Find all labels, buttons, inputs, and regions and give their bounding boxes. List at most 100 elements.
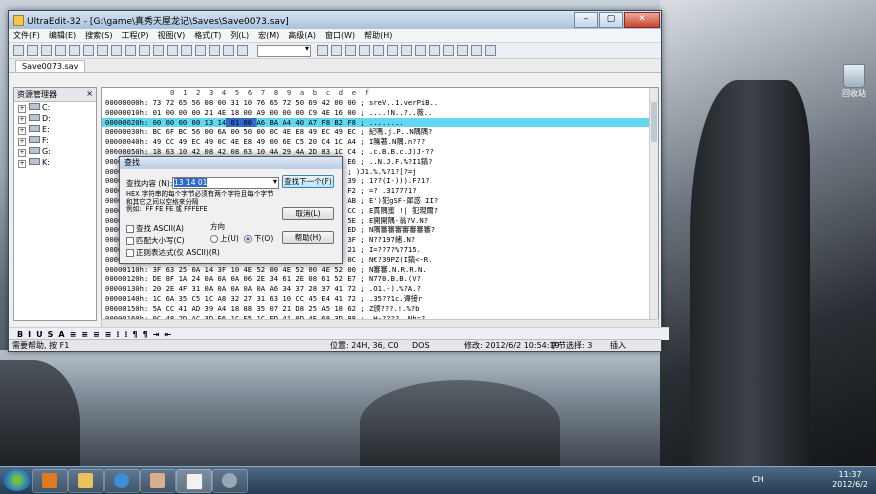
hex-bytes[interactable]: BC 6F BC 56 00 6A 00 50 00 0C 4E E8 49 E… [153,127,356,136]
drive-item[interactable]: + C: [14,102,96,113]
next-bookmark-icon[interactable] [401,45,412,56]
hex-ascii[interactable]: ; .O1.-).%?A.? [360,284,421,293]
menu-help[interactable]: 帮助(H) [364,30,392,41]
hex-row[interactable]: 00000110h: 3F 63 25 0A 14 3F 10 4E 52 00… [102,265,658,275]
hex-ascii[interactable]: ; ..N.J.F.%?I1錆? [360,157,432,166]
direction-up-radio[interactable] [210,235,218,243]
hex-ascii[interactable]: ; E開開隅·翁?V.N? [360,216,428,225]
drive-item[interactable]: + D: [14,113,96,124]
hex-row[interactable]: 00000000h: 73 72 65 56 08 00 31 10 76 65… [102,98,658,108]
taskbar-explorer[interactable] [68,469,104,493]
hex-row[interactable]: 00000140h: 1C 6A 35 C5 1C A8 32 27 31 63… [102,294,658,304]
toggle-bookmark-icon[interactable] [387,45,398,56]
menu-column[interactable]: 列(L) [230,30,249,41]
hex-ascii[interactable]: ; ....!N..?..薇.. [360,108,432,117]
hex-ascii[interactable]: ; sreV..1.verPiB.. [360,98,438,107]
forward-icon[interactable] [27,45,38,56]
outdent-icon[interactable] [373,45,384,56]
paste-icon[interactable] [181,45,192,56]
hex-ascii[interactable]: ; .c.B.B.c.J)J-?? [360,147,434,156]
direction-down-radio[interactable] [244,235,252,243]
italic-button[interactable]: I [28,330,31,339]
align-right-button[interactable]: ≡ [93,330,100,339]
find-ascii-checkbox[interactable] [126,225,134,233]
hex-ascii[interactable]: ; E')犯gSF-犀惑 II? [360,196,438,205]
dialog-title[interactable]: 查找 [120,157,342,169]
hex-bytes[interactable]: 49 CC 49 EC 49 0C 4E E8 49 00 6E C5 20 C… [153,137,356,146]
menu-view[interactable]: 视图(V) [158,30,186,41]
menu-search[interactable]: 搜索(S) [85,30,112,41]
clock[interactable]: 11:37 2012/6/2 [832,470,868,490]
copy-icon[interactable] [167,45,178,56]
regex-option[interactable]: 正则表达式(仅 ASCII)(R) [126,247,220,258]
hex-bytes[interactable]: 00 00 00 00 13 14 01 00 A6 BA A4 40 A7 F… [152,117,356,127]
justify-button[interactable]: ≡ [105,330,112,339]
hex-bytes[interactable]: 20 2E 4F 31 0A 0A 0A 0A 0A A6 34 37 28 3… [153,284,356,293]
hex-row[interactable]: 00000130h: 20 2E 4F 31 0A 0A 0A 0A 0A A6… [102,284,658,294]
drive-item[interactable]: + K: [14,157,96,168]
hex-row[interactable]: 00000030h: BC 6F BC 56 00 6A 00 50 00 0C… [102,127,658,137]
menu-advanced[interactable]: 高级(A) [288,30,316,41]
menu-edit[interactable]: 编辑(E) [49,30,76,41]
recycle-bin-desktop-icon[interactable]: 回收站 [840,64,868,99]
hex-bytes[interactable]: 01 00 00 00 21 4E 18 00 A9 00 00 00 C9 4… [153,108,356,117]
hex-ascii[interactable]: ; E貫隅蜜 !| 犯現爾? [360,206,438,215]
menu-project[interactable]: 工程(P) [121,30,148,41]
maximize-button[interactable]: ▢ [599,12,623,28]
hex-row[interactable]: 00000150h: 5A CC 41 AD 39 A4 18 88 35 07… [102,304,658,314]
expand-icon[interactable]: + [18,127,26,135]
show-marks-button[interactable]: ¶ [143,330,148,339]
bold-button[interactable]: B [17,330,23,339]
redo-icon[interactable] [209,45,220,56]
new-file-icon[interactable] [41,45,52,56]
drive-item[interactable]: + F: [14,135,96,146]
language-indicator[interactable]: CH [752,475,764,484]
help-button[interactable]: 帮助(H) [282,231,334,244]
hex-ascii[interactable]: ; N€?39PZ(I錆<-R. [360,255,432,264]
indent-icon[interactable] [359,45,370,56]
find-ascii-option[interactable]: 查找 ASCII(A) [126,223,184,234]
hex-row[interactable]: 00000120h: DE 8F 1A 24 0A 0A 0A 06 2E 34… [102,274,658,284]
align-center-button[interactable]: ≡ [81,330,88,339]
replace-icon[interactable] [237,45,248,56]
tile-windows-icon[interactable] [415,45,426,56]
direction-down-option[interactable]: 下(O) [244,233,273,244]
cancel-button[interactable]: 取消(L) [282,207,334,220]
align-left-icon[interactable] [317,45,328,56]
direction-up-option[interactable]: 上(U) [210,233,239,244]
expand-icon[interactable]: + [18,138,26,146]
drive-item[interactable]: + G: [14,146,96,157]
cut-icon[interactable] [153,45,164,56]
indent-button[interactable]: ⇥ [153,330,160,339]
find-next-button[interactable]: 查找下一个(F) [282,175,334,188]
close-file-icon[interactable] [69,45,80,56]
regex-checkbox[interactable] [126,249,134,257]
minimize-button[interactable]: – [574,12,598,28]
hex-bytes[interactable]: 18 63 10 42 08 42 08 63 10 4A 29 4A 2D 8… [153,147,356,156]
hex-ascii[interactable]: ; )J1.%.%?1?[?=j [347,167,416,176]
menu-window[interactable]: 窗口(W) [325,30,355,41]
explorer-close-icon[interactable]: × [86,89,93,100]
column-mode-icon[interactable] [443,45,454,56]
print-icon[interactable] [97,45,108,56]
hex-ascii[interactable]: ; N審審.N.R.R.N. [360,265,426,274]
align-center-icon[interactable] [331,45,342,56]
taskbar-app[interactable] [212,469,248,493]
hex-row[interactable]: 00000010h: 01 00 00 00 21 4E 18 00 A9 00… [102,108,658,118]
hex-ascii[interactable]: ; 1??(I-))).F?1? [360,176,429,185]
numbering-button[interactable]: ⁝ [124,330,127,339]
menu-macro[interactable]: 宏(M) [258,30,279,41]
start-button[interactable] [3,469,31,491]
vertical-scrollbar[interactable] [649,88,658,320]
save-icon[interactable] [83,45,94,56]
drive-item[interactable]: + E: [14,124,96,135]
hex-row[interactable]: 00000040h: 49 CC 49 EC 49 0C 4E E8 49 00… [102,137,658,147]
taskbar-ie[interactable] [104,469,140,493]
refresh-icon[interactable] [457,45,468,56]
undo-icon[interactable] [195,45,206,56]
hex-ascii[interactable]: ; N778.B.B.(V? [360,274,421,283]
hex-bytes[interactable]: DE 8F 1A 24 0A 0A 0A 06 2E 34 61 2E 08 6… [153,274,356,283]
hex-ascii[interactable]: ; I=??7?%?715. [360,245,421,254]
hex-ascii[interactable]: ; Z颁???.!.%?b [360,304,419,313]
hex-ascii[interactable]: ; 紀嗎.j.P..N隅隅? [360,127,432,136]
